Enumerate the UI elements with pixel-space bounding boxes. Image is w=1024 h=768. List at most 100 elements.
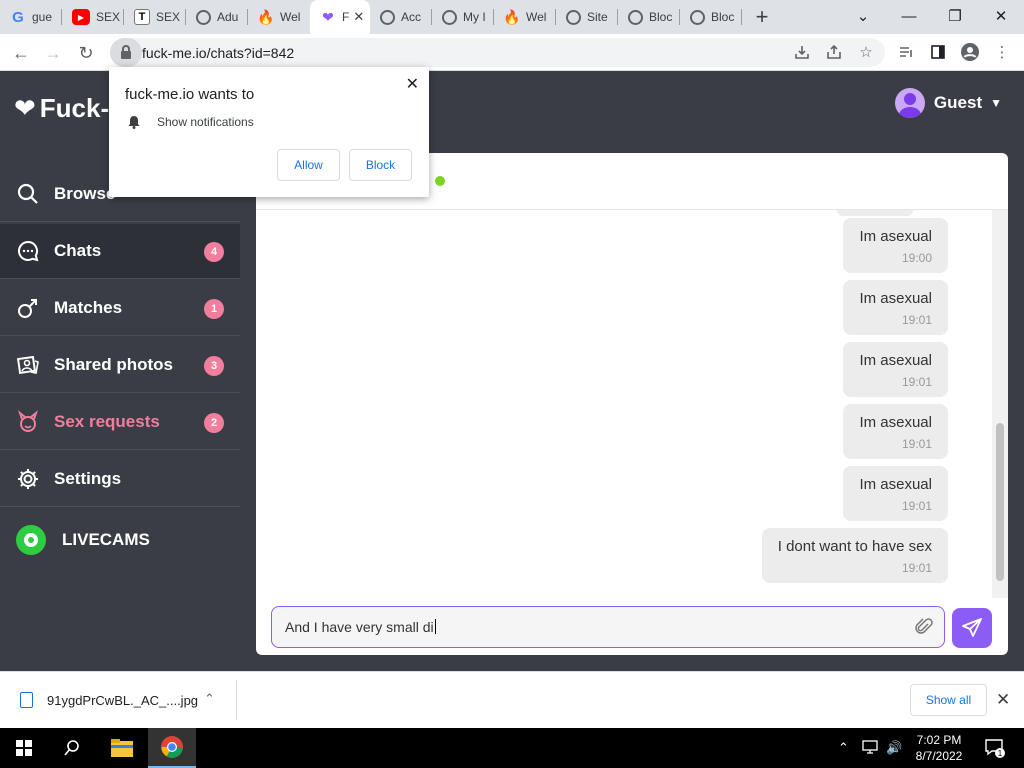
action-center-icon[interactable]: 1 bbox=[984, 738, 1006, 761]
chrome-taskbar-icon[interactable] bbox=[148, 728, 196, 768]
message-bubble-partial bbox=[837, 210, 913, 216]
message-text: Im asexual bbox=[859, 414, 932, 431]
scrollbar-thumb[interactable] bbox=[996, 423, 1004, 581]
network-icon[interactable] bbox=[862, 740, 878, 757]
message-input-text[interactable]: And I have very small di bbox=[285, 619, 434, 635]
tab-search-icon[interactable]: ⌄ bbox=[840, 0, 886, 32]
back-icon[interactable]: ← bbox=[8, 40, 34, 66]
download-bar: 91ygdPrCwBL._AC_....jpg ⌃ Show all ✕ bbox=[0, 671, 1024, 728]
sidebar-item-label: Browse bbox=[54, 184, 116, 203]
browser-tab[interactable]: Acc bbox=[370, 0, 432, 34]
browser-menu-icon[interactable]: ⋮ bbox=[992, 42, 1012, 62]
gear-icon bbox=[16, 467, 40, 491]
browser-tab[interactable]: Bloc bbox=[680, 0, 742, 34]
sidebar-item-label: Chats bbox=[54, 241, 102, 260]
sidebar-item-settings[interactable]: Settings bbox=[0, 452, 240, 507]
notification-permission-dialog: fuck-me.io wants to ✕ Show notifications… bbox=[109, 67, 429, 197]
tab-title: Acc bbox=[401, 10, 422, 24]
clock-time: 7:02 PM bbox=[916, 733, 962, 747]
close-window-button[interactable]: ✕ bbox=[978, 0, 1024, 32]
file-icon bbox=[20, 692, 33, 708]
attachment-icon[interactable] bbox=[914, 617, 934, 637]
minimize-button[interactable]: — bbox=[886, 0, 932, 32]
notification-count: 1 bbox=[998, 749, 1003, 758]
online-status-dot bbox=[435, 176, 445, 186]
sidebar-item-shared-photos[interactable]: Shared photos 3 bbox=[0, 338, 240, 393]
sidebar-item-livecams[interactable]: LIVECAMS bbox=[16, 525, 150, 555]
taskbar: ⌃ 🔊 7:02 PM 8/7/2022 1 bbox=[0, 728, 1024, 768]
permission-row: Show notifications bbox=[127, 115, 254, 129]
site-info-button[interactable] bbox=[110, 38, 142, 67]
close-icon[interactable]: ✕ bbox=[996, 690, 1010, 710]
file-explorer-icon[interactable] bbox=[98, 728, 146, 768]
sidebar-item-sex-requests[interactable]: Sex requests 2 bbox=[0, 395, 240, 450]
close-tab-icon[interactable]: ✕ bbox=[353, 9, 364, 25]
message-text: Im asexual bbox=[859, 290, 932, 307]
volume-icon[interactable]: 🔊 bbox=[886, 740, 902, 756]
globe-icon bbox=[566, 9, 581, 25]
browser-tab[interactable]: T SEX bbox=[124, 0, 186, 34]
browser-tab[interactable]: Site bbox=[556, 0, 618, 34]
browser-tab[interactable]: My I bbox=[432, 0, 494, 34]
browser-tab[interactable]: Adu bbox=[186, 0, 248, 34]
globe-icon bbox=[196, 9, 211, 25]
tab-title: Bloc bbox=[711, 10, 735, 24]
send-button[interactable] bbox=[952, 608, 992, 648]
message-time: 19:00 bbox=[901, 251, 932, 265]
browser-tab[interactable]: 🔥 Wel bbox=[494, 0, 556, 34]
new-tab-button[interactable]: + bbox=[742, 0, 782, 34]
message-bubble: Im asexual 19:00 bbox=[843, 218, 948, 273]
share-icon[interactable] bbox=[824, 42, 844, 62]
message-list[interactable]: Im asexual 19:00 Im asexual 19:01 Im ase… bbox=[256, 210, 992, 598]
allow-button[interactable]: Allow bbox=[277, 149, 340, 181]
chevron-up-icon[interactable]: ⌃ bbox=[204, 691, 215, 707]
system-clock[interactable]: 7:02 PM 8/7/2022 bbox=[910, 732, 968, 764]
bookmark-star-icon[interactable]: ☆ bbox=[856, 42, 876, 62]
browser-tab[interactable]: Bloc bbox=[618, 0, 680, 34]
block-button[interactable]: Block bbox=[349, 149, 412, 181]
count-badge: 3 bbox=[204, 356, 224, 376]
show-all-button[interactable]: Show all bbox=[910, 684, 987, 716]
browser-tab[interactable]: G gue bbox=[0, 0, 62, 34]
message-input[interactable]: And I have very small di bbox=[271, 606, 945, 648]
profile-icon[interactable] bbox=[960, 42, 980, 62]
sidebar-item-label: Sex requests bbox=[54, 412, 160, 431]
address-bar[interactable]: fuck-me.io/chats?id=842 bbox=[110, 38, 885, 67]
close-icon[interactable]: ✕ bbox=[406, 74, 419, 94]
search-icon[interactable] bbox=[48, 728, 96, 768]
sidebar-item-label: Settings bbox=[54, 469, 122, 488]
browser-tab-active[interactable]: ❤ F ✕ bbox=[310, 0, 370, 34]
browser-tab[interactable]: ▶ SEX bbox=[62, 0, 124, 34]
heart-logo-icon: ❤ bbox=[14, 93, 36, 123]
gender-icon bbox=[16, 296, 40, 320]
reload-icon[interactable]: ↻ bbox=[73, 40, 99, 66]
forward-icon[interactable]: → bbox=[40, 40, 66, 66]
restore-button[interactable]: ❐ bbox=[932, 0, 978, 32]
side-panel-icon[interactable] bbox=[928, 42, 948, 62]
chevron-up-icon[interactable]: ⌃ bbox=[838, 740, 849, 756]
message-text: Im asexual bbox=[859, 228, 932, 245]
install-app-icon[interactable] bbox=[792, 42, 812, 62]
avatar bbox=[894, 88, 925, 118]
windows-start-icon[interactable] bbox=[0, 728, 48, 768]
message-bubble: Im asexual 19:01 bbox=[843, 280, 948, 335]
chat-panel: Im asexual 19:00 Im asexual 19:01 Im ase… bbox=[256, 153, 1008, 655]
heart-icon: ❤ bbox=[322, 8, 334, 25]
site-logo[interactable]: ❤ Fuck- bbox=[14, 93, 109, 124]
livecams-label: LIVECAMS bbox=[62, 530, 150, 549]
search-icon bbox=[16, 182, 40, 206]
clock-date: 8/7/2022 bbox=[915, 749, 963, 763]
tab-title: Bloc bbox=[649, 10, 673, 24]
google-g-icon: G bbox=[12, 8, 24, 26]
tab-title: Wel bbox=[526, 10, 547, 24]
message-time: 19:01 bbox=[901, 499, 932, 513]
url-text[interactable]: fuck-me.io/chats?id=842 bbox=[142, 45, 294, 61]
download-item[interactable]: 91ygdPrCwBL._AC_....jpg bbox=[20, 692, 198, 708]
sidebar-item-matches[interactable]: Matches 1 bbox=[0, 281, 240, 336]
user-menu[interactable]: Guest ▼ bbox=[894, 88, 1002, 118]
browser-tab[interactable]: 🔥 Wel bbox=[248, 0, 310, 34]
media-queue-icon[interactable] bbox=[896, 42, 916, 62]
tab-title: My I bbox=[463, 10, 486, 24]
chevron-down-icon: ▼ bbox=[990, 96, 1002, 110]
sidebar-item-chats[interactable]: Chats 4 bbox=[0, 224, 240, 279]
